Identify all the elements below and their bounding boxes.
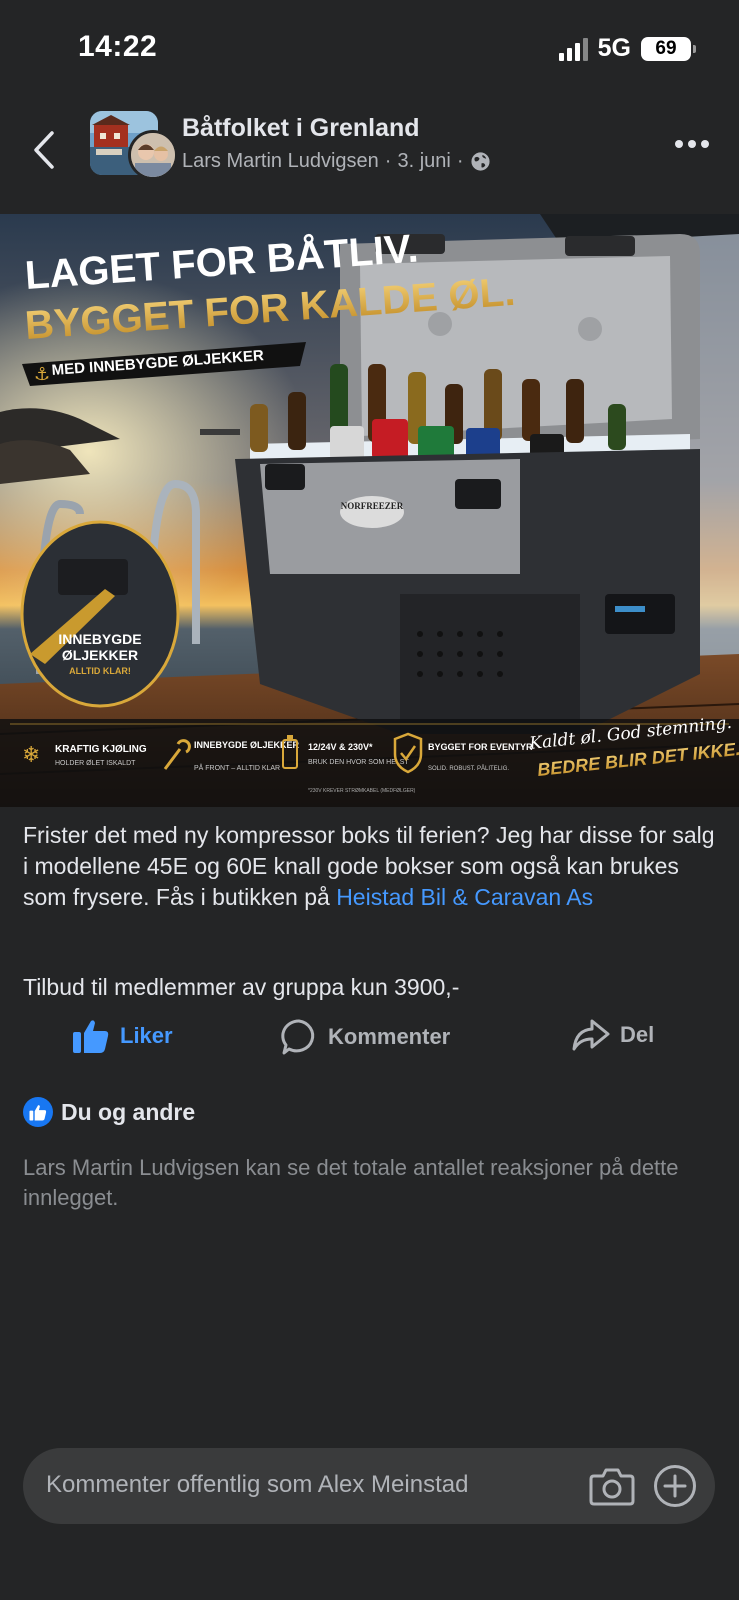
reactions-note: Lars Martin Ludvigsen kan se det totale … bbox=[23, 1155, 679, 1210]
network-type: 5G bbox=[597, 34, 631, 62]
reactions-label: Du og andre bbox=[61, 1098, 196, 1125]
share-label: Del bbox=[620, 1022, 655, 1047]
share-icon bbox=[572, 1019, 610, 1051]
badge-line-2: ØLJEKKER bbox=[62, 647, 138, 663]
back-button[interactable] bbox=[26, 125, 66, 175]
feature-1-sub: HOLDER ØLET ISKALDT bbox=[55, 760, 136, 767]
comment-button[interactable]: Kommenter bbox=[280, 1018, 450, 1056]
author-name[interactable]: Lars Martin Ludvigsen bbox=[182, 150, 379, 173]
post-image[interactable]: NORFREEZER LAGET FOR BÅTLIV. BYGGET FOR … bbox=[0, 214, 739, 807]
globe-icon bbox=[470, 152, 490, 171]
business-link[interactable]: Heistad Bil & Caravan As bbox=[336, 884, 593, 910]
camera-icon bbox=[589, 1468, 635, 1506]
feature-2-sub: PÅ FRONT – ALLTID KLAR bbox=[194, 763, 280, 772]
like-reaction-icon bbox=[23, 1097, 53, 1127]
snowflake-icon: ❄ bbox=[22, 743, 40, 768]
status-icons: 5G 69 bbox=[558, 34, 696, 63]
feature-4-sub: SOLID. ROBUST. PÅLITELIG. bbox=[428, 765, 509, 772]
anchor-icon: ⚓ bbox=[34, 364, 50, 385]
share-button[interactable]: Del bbox=[572, 1018, 654, 1052]
post-body: Frister det med ny kompressor boks til f… bbox=[23, 820, 723, 913]
camera-button[interactable] bbox=[589, 1464, 635, 1513]
group-name[interactable]: Båtfolket i Grenland bbox=[182, 114, 420, 143]
add-attachment-button[interactable] bbox=[653, 1464, 697, 1513]
status-time: 14:22 bbox=[78, 30, 158, 63]
comment-bar[interactable]: Kommenter offentlig som Alex Meinstad bbox=[23, 1448, 715, 1524]
reactions-summary[interactable]: Du og andre bbox=[23, 1097, 195, 1127]
author-avatar[interactable] bbox=[128, 130, 178, 180]
battery-icon: 69 bbox=[641, 36, 696, 61]
plus-circle-icon bbox=[654, 1465, 696, 1507]
feature-1-title: KRAFTIG KJØLING bbox=[55, 744, 147, 755]
feature-3-title: 12/24V & 230V* bbox=[308, 742, 373, 752]
post-meta: Lars Martin Ludvigsen · 3. juni · bbox=[182, 150, 491, 173]
feature-3-note: *230V KREVER STRØMKABEL (MEDFØLGER) bbox=[308, 788, 416, 794]
meta-separator: · bbox=[384, 150, 392, 172]
badge-line-1: INNEBYGDE bbox=[58, 631, 141, 647]
post-offer: Tilbud til medlemmer av gruppa kun 3900,… bbox=[23, 974, 460, 1000]
comment-input[interactable]: Kommenter offentlig som Alex Meinstad bbox=[46, 1471, 468, 1499]
thumbs-up-icon bbox=[73, 1020, 109, 1053]
feature-3-sub: BRUK DEN HVOR SOM HELST bbox=[308, 759, 409, 766]
battery-level: 69 bbox=[655, 37, 677, 59]
comment-icon bbox=[281, 1019, 315, 1055]
post-date[interactable]: 3. juni bbox=[397, 150, 450, 173]
comment-label: Kommenter bbox=[328, 1024, 451, 1049]
like-button[interactable]: Liker bbox=[72, 1018, 173, 1054]
like-label: Liker bbox=[120, 1023, 173, 1048]
more-options-button[interactable] bbox=[675, 140, 709, 148]
chevron-left-icon bbox=[34, 131, 54, 169]
meta-separator-2: · bbox=[456, 150, 464, 172]
badge-sub: ALLTID KLAR! bbox=[69, 666, 131, 676]
feature-4-title: BYGGET FOR EVENTYR bbox=[428, 742, 533, 752]
signal-icon bbox=[558, 37, 588, 61]
brand-label: NORFREEZER bbox=[341, 501, 404, 511]
